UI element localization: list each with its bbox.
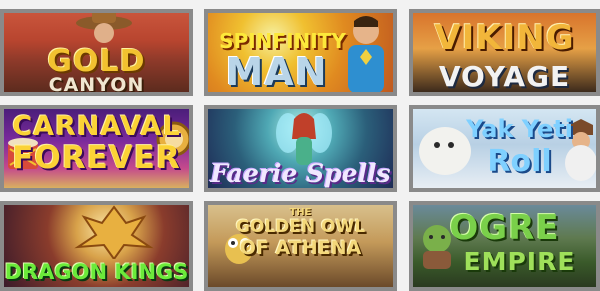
dragon-character-image bbox=[74, 205, 154, 259]
game-logo-line1: OGRE bbox=[449, 208, 560, 248]
game-logo-line2: MAN bbox=[225, 50, 328, 94]
game-logo-line1: CARNAVAL bbox=[12, 111, 181, 142]
game-tile-viking-voyage[interactable]: VIKING VOYAGE bbox=[409, 9, 600, 96]
game-logo-line2: FOREVER bbox=[12, 140, 181, 176]
game-tile-gold-canyon[interactable]: GOLD CANYON bbox=[0, 9, 193, 96]
game-logo-line1: GOLD bbox=[47, 44, 146, 79]
game-tile-ogre-empire[interactable]: OGRE EMPIRE bbox=[409, 201, 600, 291]
game-logo: Faerie Spells bbox=[210, 159, 391, 188]
cowboy-character-image bbox=[76, 13, 132, 43]
game-logo-line2: EMPIRE bbox=[463, 247, 576, 276]
game-logo: DRAGON KINGS bbox=[4, 260, 189, 284]
game-logo-line1: Yak Yeti bbox=[466, 115, 573, 143]
game-logo-line2: Roll bbox=[487, 144, 552, 179]
game-tile-yak-yeti-roll[interactable]: Yak Yeti Roll bbox=[409, 105, 600, 192]
game-tile-carnaval-forever[interactable]: CARNAVAL FOREVER bbox=[0, 105, 193, 192]
game-tile-dragon-kings[interactable]: DRAGON KINGS bbox=[0, 201, 193, 291]
faerie-character-image bbox=[276, 113, 332, 165]
game-logo-line2: VOYAGE bbox=[438, 60, 571, 93]
game-tile-faerie-spells[interactable]: Faerie Spells bbox=[204, 105, 397, 192]
game-grid: GOLD CANYON SPINFINITY MAN VIKING VOYAGE bbox=[0, 0, 600, 291]
game-logo-line2: CANYON bbox=[48, 74, 145, 96]
game-logo-line1: SPINFINITY bbox=[219, 29, 346, 53]
game-tile-spinfinity-man[interactable]: SPINFINITY MAN bbox=[204, 9, 397, 96]
game-logo-line1: VIKING bbox=[434, 18, 575, 58]
game-tile-golden-owl-athena[interactable]: THE GOLDEN OWL OF ATHENA bbox=[204, 201, 397, 291]
game-logo-line2: OF ATHENA bbox=[239, 237, 362, 259]
game-logo-line1: GOLDEN OWL bbox=[235, 217, 366, 237]
